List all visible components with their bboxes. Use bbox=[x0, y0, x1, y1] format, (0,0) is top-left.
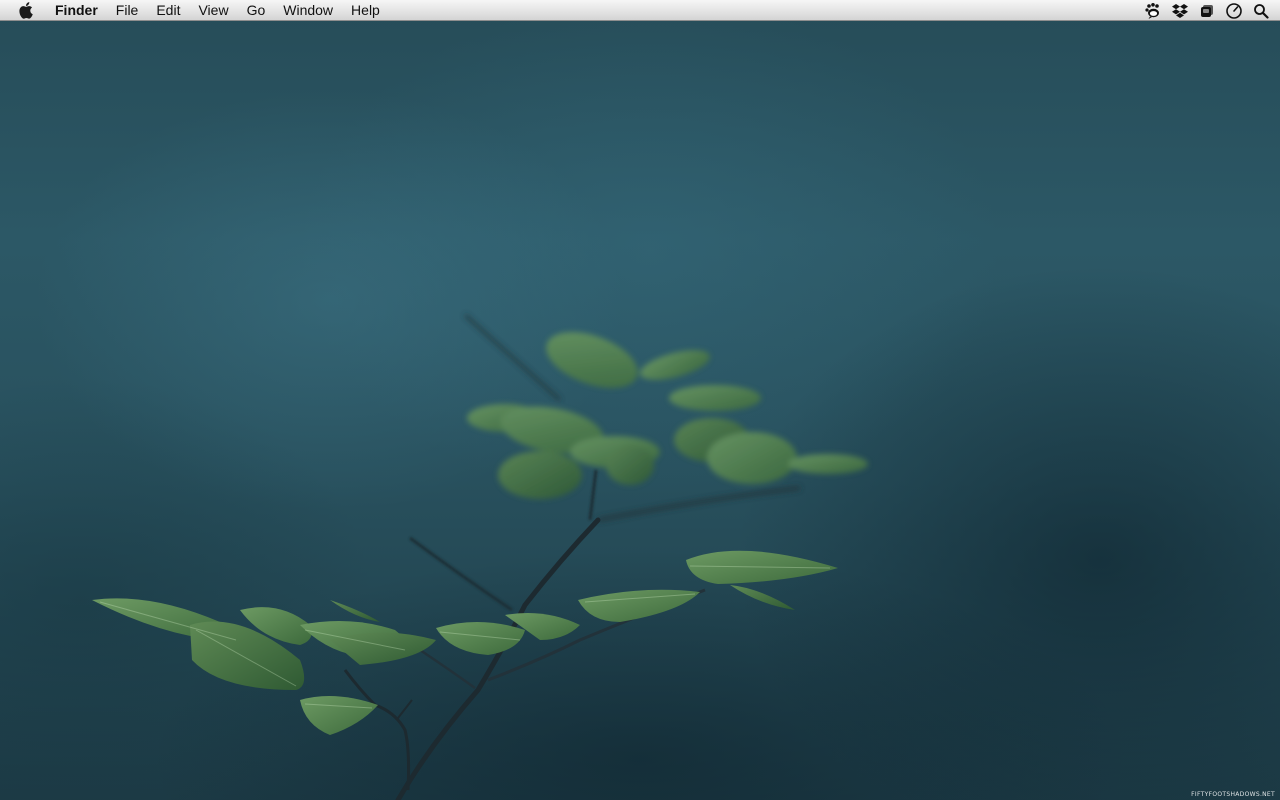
status-menu-area bbox=[1144, 0, 1270, 21]
menu-go[interactable]: Go bbox=[238, 0, 275, 21]
menu-file[interactable]: File bbox=[107, 0, 148, 21]
menu-edit[interactable]: Edit bbox=[147, 0, 189, 21]
wallpaper-watermark: FIFTYFOOTSHADOWS.NET bbox=[1191, 791, 1275, 798]
branch-leaves-illustration bbox=[92, 313, 868, 800]
clock-icon[interactable] bbox=[1225, 2, 1243, 20]
menu-app-finder[interactable]: Finder bbox=[46, 0, 107, 21]
apple-logo-icon[interactable] bbox=[8, 0, 46, 21]
growl-paw-icon[interactable] bbox=[1144, 2, 1162, 20]
menu-window[interactable]: Window bbox=[274, 0, 342, 21]
dropbox-icon[interactable] bbox=[1171, 2, 1189, 20]
menu-help[interactable]: Help bbox=[342, 0, 389, 21]
spotlight-search-icon[interactable] bbox=[1252, 2, 1270, 20]
menu-bar: Finder File Edit View Go Window Help bbox=[0, 0, 1280, 21]
menu-view[interactable]: View bbox=[189, 0, 237, 21]
desktop-wallpaper: Finder File Edit View Go Window Help FIF… bbox=[0, 0, 1280, 800]
app-stack-icon[interactable] bbox=[1198, 2, 1216, 20]
